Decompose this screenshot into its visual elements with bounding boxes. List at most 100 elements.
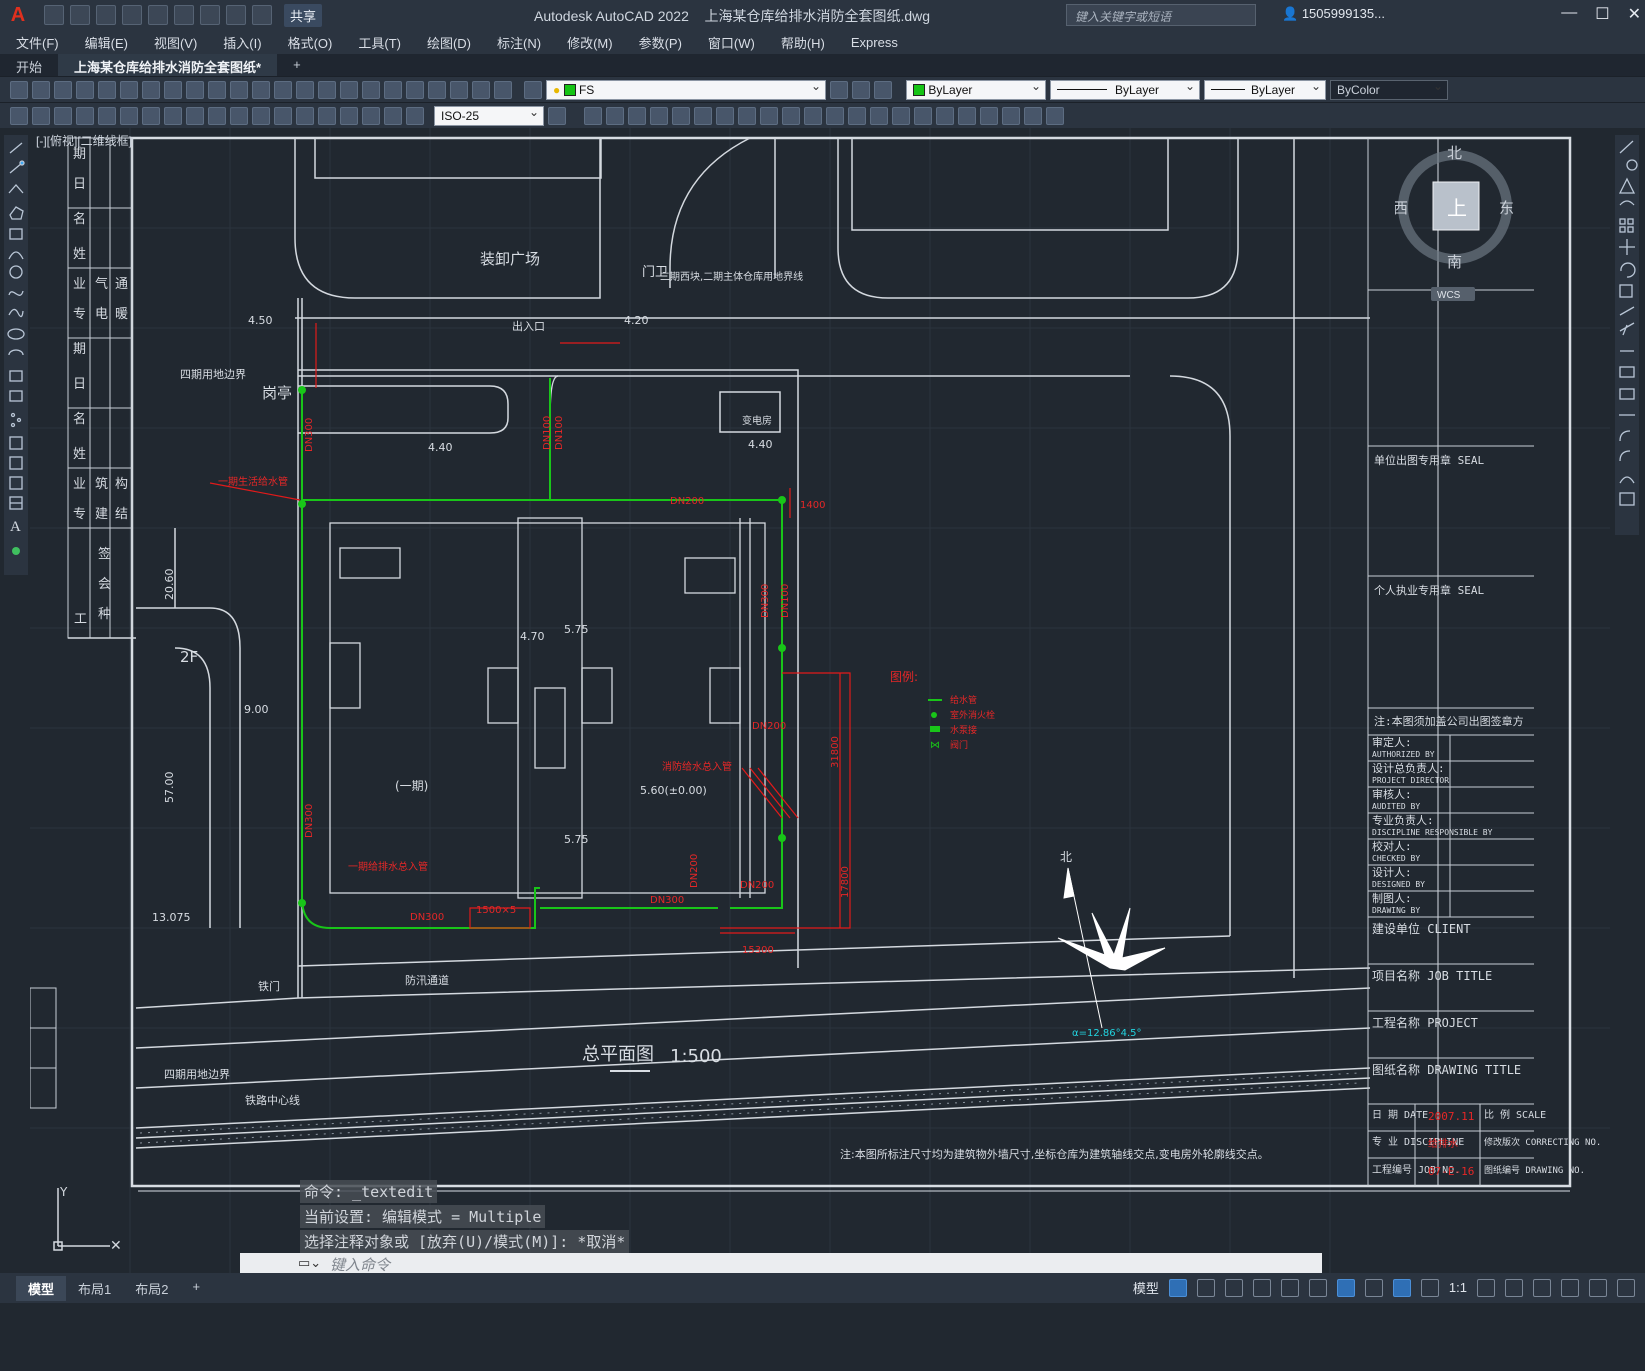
thicken-icon[interactable] xyxy=(914,106,932,125)
3d-mirror-icon[interactable] xyxy=(1024,106,1042,125)
open-icon[interactable] xyxy=(32,80,50,99)
menu-view[interactable]: 视图(V) xyxy=(154,33,197,52)
linetype-dropdown[interactable]: ByLayer xyxy=(1050,79,1200,100)
loft-icon[interactable] xyxy=(782,106,800,125)
3d-align-icon[interactable] xyxy=(1002,106,1020,125)
layer-properties-icon[interactable] xyxy=(524,80,542,99)
center-mark-icon[interactable] xyxy=(318,106,336,125)
angular-dim-icon[interactable] xyxy=(186,106,204,125)
tab-layout2[interactable]: 布局2 xyxy=(123,1276,180,1301)
menu-help[interactable]: 帮助(H) xyxy=(781,33,825,52)
revolve-icon[interactable] xyxy=(738,106,756,125)
publish-icon[interactable] xyxy=(120,80,138,99)
drawing-canvas[interactable]: 期日名 姓业专 期日名 姓业专 气电筑建 通暖构结 签会种工 DN300 DN1… xyxy=(30,128,1610,1283)
viewport-controls[interactable]: [-][俯视][二维线框] xyxy=(36,132,132,149)
add-layout-button[interactable]: + xyxy=(180,1276,212,1301)
auto-scale-icon[interactable] xyxy=(1420,1278,1439,1297)
undo-icon[interactable] xyxy=(226,5,246,25)
layer-previous-icon[interactable] xyxy=(852,80,870,99)
user-account[interactable]: 👤 1505999135... xyxy=(1282,6,1385,22)
tab-drawing[interactable]: 上海某仓库给排水消防全套图纸* xyxy=(58,54,278,76)
presspull-icon[interactable] xyxy=(870,106,888,125)
menu-modify[interactable]: 修改(M) xyxy=(567,33,613,52)
command-input[interactable]: 键入命令 xyxy=(330,1254,390,1275)
tab-start[interactable]: 开始 xyxy=(0,54,58,76)
menu-dimension[interactable]: 标注(N) xyxy=(497,33,541,52)
draw-toolbar-icons[interactable]: A xyxy=(4,135,28,575)
isodraft-icon[interactable] xyxy=(1280,1278,1299,1297)
undo-icon[interactable] xyxy=(230,80,248,99)
lineweight-dropdown[interactable]: ByLayer xyxy=(1204,79,1326,100)
zoom-previous-icon[interactable] xyxy=(340,80,358,99)
plus-icon[interactable] xyxy=(1505,1278,1523,1297)
jogged-dim-icon[interactable] xyxy=(142,106,160,125)
diameter-dim-icon[interactable] xyxy=(164,106,182,125)
open-file-icon[interactable] xyxy=(70,5,90,25)
3d-cylinder-icon[interactable] xyxy=(672,106,690,125)
tab-model[interactable]: 模型 xyxy=(16,1275,67,1301)
command-line[interactable]: ▭⌄ 键入命令 xyxy=(240,1253,1322,1275)
clean-screen-icon[interactable] xyxy=(1589,1278,1607,1297)
preview-icon[interactable] xyxy=(98,80,116,99)
command-history-icon[interactable]: ▭⌄ xyxy=(298,1255,321,1271)
copy-icon[interactable] xyxy=(164,80,182,99)
3d-cone-icon[interactable] xyxy=(628,106,646,125)
3d-rotate-icon[interactable] xyxy=(980,106,998,125)
radius-dim-icon[interactable] xyxy=(120,106,138,125)
slice-icon[interactable] xyxy=(892,106,910,125)
color-dropdown[interactable]: ByLayer xyxy=(906,79,1046,100)
new-tab-button[interactable]: + xyxy=(277,54,317,76)
annotation-scale[interactable]: 1:1 xyxy=(1449,1280,1467,1295)
design-center-icon[interactable] xyxy=(384,80,402,99)
plotstyle-dropdown[interactable]: ByColor xyxy=(1330,79,1448,100)
union-icon[interactable] xyxy=(804,106,822,125)
menu-file[interactable]: 文件(F) xyxy=(16,33,59,52)
section-plane-icon[interactable] xyxy=(936,106,954,125)
extrude-icon[interactable] xyxy=(716,106,734,125)
customization-menu-icon[interactable] xyxy=(1617,1278,1635,1297)
modify-toolbar-icons[interactable] xyxy=(1615,135,1639,535)
aligned-dim-icon[interactable] xyxy=(54,106,72,125)
save-icon[interactable] xyxy=(54,80,72,99)
sheet-set-icon[interactable] xyxy=(428,80,446,99)
tool-palettes-icon[interactable] xyxy=(406,80,424,99)
cut-icon[interactable] xyxy=(142,80,160,99)
app-logo[interactable]: A xyxy=(0,0,36,30)
inspection-icon[interactable] xyxy=(340,106,358,125)
make-current-icon[interactable] xyxy=(830,80,848,99)
calculator-icon[interactable] xyxy=(472,80,490,99)
pan-icon[interactable] xyxy=(274,80,292,99)
help-icon[interactable] xyxy=(494,80,512,99)
object-snap-tracking-icon[interactable] xyxy=(1308,1278,1327,1297)
dim-break-icon[interactable] xyxy=(274,106,292,125)
snap-icon[interactable] xyxy=(1196,1278,1215,1297)
viewcube[interactable]: 上 北 南 西 东 WCS xyxy=(1393,145,1515,301)
subtract-icon[interactable] xyxy=(826,106,844,125)
dimstyle-dropdown[interactable]: ISO-25 xyxy=(434,105,544,126)
3d-array-icon[interactable] xyxy=(1046,106,1064,125)
zoom-window-icon[interactable] xyxy=(318,80,336,99)
zoom-realtime-icon[interactable] xyxy=(296,80,314,99)
dim-style-icon[interactable] xyxy=(548,106,566,125)
annotation-visibility-icon[interactable] xyxy=(1392,1278,1411,1297)
ordinate-dim-icon[interactable] xyxy=(98,106,116,125)
dim-space-icon[interactable] xyxy=(252,106,270,125)
continue-dim-icon[interactable] xyxy=(230,106,248,125)
model-space-button[interactable]: 模型 xyxy=(1133,1278,1159,1297)
menu-express[interactable]: Express xyxy=(851,35,898,50)
menu-tools[interactable]: 工具(T) xyxy=(358,33,401,52)
save-icon[interactable] xyxy=(96,5,116,25)
minimize-button[interactable]: — xyxy=(1561,4,1577,24)
layer-dropdown[interactable]: ● FS xyxy=(546,79,826,100)
intersect-icon[interactable] xyxy=(848,106,866,125)
properties-icon[interactable] xyxy=(362,80,380,99)
publish-icon[interactable] xyxy=(174,5,194,25)
baseline-dim-icon[interactable] xyxy=(208,106,226,125)
menu-format[interactable]: 格式(O) xyxy=(288,33,333,52)
menu-edit[interactable]: 编辑(E) xyxy=(85,33,128,52)
3d-torus-icon[interactable] xyxy=(694,106,712,125)
tolerance-icon[interactable] xyxy=(296,106,314,125)
menu-window[interactable]: 窗口(W) xyxy=(708,33,755,52)
maximize-button[interactable]: ☐ xyxy=(1595,4,1609,24)
polar-icon[interactable] xyxy=(1252,1278,1271,1297)
